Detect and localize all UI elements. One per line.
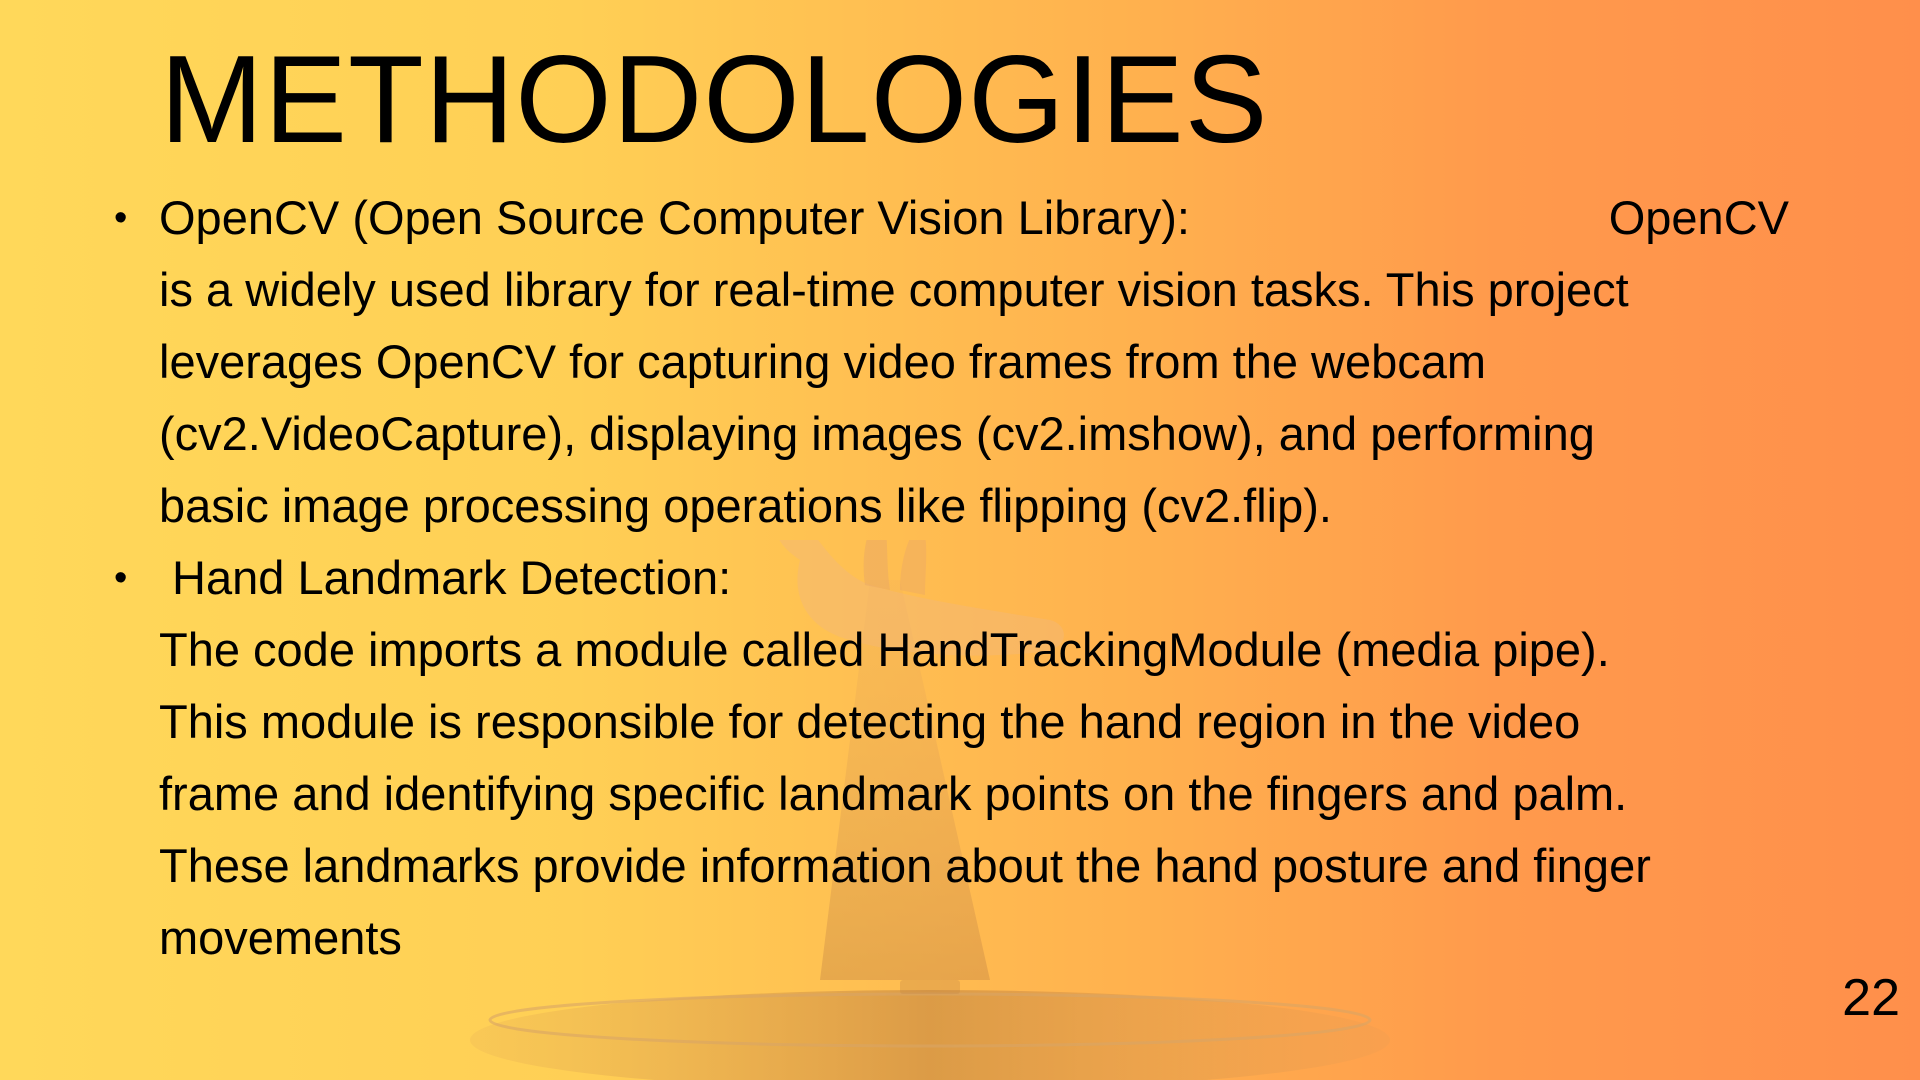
slide: METHODOLOGIES • OpenCV (Open Source Comp… [0,0,1920,1080]
bullet-text-line: basic image processing operations like f… [159,479,1332,532]
bullet-heading: Hand Landmark Detection: [159,551,732,604]
bullet-marker: • [114,197,128,239]
bullet-text-line: This module is responsible for detecting… [159,695,1581,748]
bullet-text-line: frame and identifying specific landmark … [159,767,1628,820]
bullet-heading: OpenCV (Open Source Computer Vision Libr… [159,191,1190,244]
slide-title: METHODOLOGIES [160,31,1269,169]
slide-body: • OpenCV (Open Source Computer Vision Li… [110,182,1810,974]
bullet-opencv: • OpenCV (Open Source Computer Vision Li… [110,182,1810,542]
page-number: 22 [1842,969,1900,1027]
bullet-text-line: is a widely used library for real-time c… [159,263,1629,316]
bullet-text-line: The code imports a module called HandTra… [159,623,1610,676]
bullet-marker: • [114,557,128,599]
bullet-text-line: (cv2.VideoCapture), displaying images (c… [159,407,1595,460]
bullet-heading-line: OpenCV (Open Source Computer Vision Libr… [159,182,1789,254]
bullet-text-line: These landmarks provide information abou… [159,839,1651,892]
bullet-text-line: leverages OpenCV for capturing video fra… [159,335,1487,388]
bullet-text-line: movements [159,911,402,964]
bullet-heading-tail: OpenCV [1608,191,1789,244]
bullet-hand-landmark: • Hand Landmark Detection: The code impo… [110,542,1810,974]
